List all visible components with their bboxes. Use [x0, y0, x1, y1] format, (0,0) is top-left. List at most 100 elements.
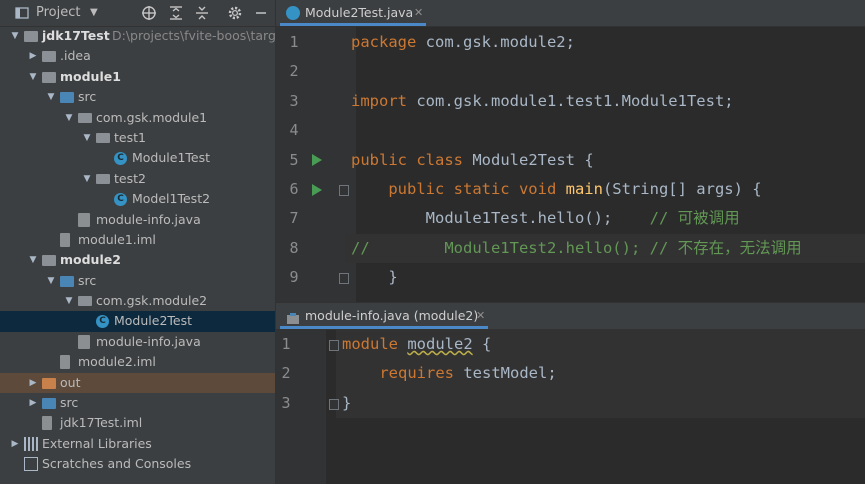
tree-row[interactable]: ▼ test1 [0, 128, 275, 148]
libraries-icon [24, 436, 38, 451]
chevron-right-icon[interactable]: ▶ [10, 434, 20, 454]
tree-row[interactable]: module1.iml [0, 230, 275, 250]
run-icon[interactable] [312, 154, 322, 167]
tree-row[interactable]: module2.iml [0, 352, 275, 372]
code-line[interactable]: requires testModel; [342, 359, 556, 388]
chevron-right-icon[interactable]: ▶ [28, 373, 38, 393]
line-number: 3 [289, 91, 299, 110]
fold-marker-icon[interactable] [329, 339, 339, 351]
fold-marker-icon[interactable] [339, 272, 349, 284]
package-icon [78, 296, 92, 307]
chevron-down-icon[interactable]: ▼ [90, 3, 98, 23]
tree-row[interactable]: ▼ src [0, 87, 275, 107]
chevron-down-icon[interactable]: ▼ [46, 271, 56, 291]
run-icon[interactable] [312, 183, 322, 196]
tree-row[interactable]: ▼ test2 [0, 169, 275, 189]
tree-label: com.gsk.module1 [96, 109, 208, 125]
class-icon: C [96, 315, 109, 329]
code-line[interactable]: public static void main(String[] args) { [351, 175, 761, 204]
code-token: module [342, 335, 408, 353]
code-token: } [351, 268, 398, 287]
code-token: module2 [407, 335, 473, 353]
tree-label: .idea [60, 48, 91, 64]
code-token: public static void [351, 180, 566, 198]
tree-row[interactable]: C Model1Test2 [0, 189, 275, 209]
expand-all-icon[interactable] [168, 3, 184, 23]
java-file-icon [286, 309, 300, 324]
folder-icon [42, 255, 56, 267]
tree-label: src [60, 395, 79, 411]
code-token: com.gsk.module1.test1.Module1Test; [416, 91, 734, 110]
line-number: 2 [289, 62, 299, 81]
tree-row[interactable]: ▶ src [0, 393, 275, 413]
project-tree: ▼ jdk17Test D:\projects\fvite-boos\targ ▶ .i… [0, 26, 275, 475]
tree-row[interactable]: C Module2Test [0, 311, 275, 332]
chevron-down-icon[interactable]: ▼ [64, 108, 74, 128]
code-line[interactable]: Module1Test.hello(); // 可被调用 [351, 204, 740, 233]
tree-label: Model1Test2 [132, 191, 211, 207]
scratches-icon [24, 457, 38, 472]
tree-label: Module2Test [114, 313, 193, 329]
fold-marker-icon[interactable] [339, 184, 349, 196]
project-view-selector[interactable]: Project [36, 3, 80, 23]
tree-row[interactable]: ▼ src [0, 271, 275, 291]
tree-label: test2 [114, 170, 146, 186]
line-number: 3 [281, 393, 291, 412]
folder-icon [42, 71, 56, 83]
source-folder-icon [60, 92, 74, 104]
tree-row[interactable]: module-info.java [0, 332, 275, 352]
code-line[interactable]: // Module1Test2.hello(); // 不存在，无法调用 [351, 234, 802, 263]
package-icon [96, 173, 110, 184]
locate-icon[interactable] [141, 3, 157, 23]
tree-row[interactable]: C Module1Test [0, 148, 275, 168]
current-line-highlight [336, 388, 865, 419]
tree-label: Scratches and Consoles [42, 456, 192, 472]
chevron-down-icon[interactable]: ▼ [64, 291, 74, 311]
chevron-right-icon[interactable]: ▶ [28, 393, 38, 413]
code-token: import [351, 91, 417, 110]
tree-row[interactable]: ▼ module1 [0, 67, 275, 87]
tree-label: out [60, 374, 81, 390]
tree-label: src [78, 89, 97, 105]
tree-row[interactable]: module-info.java [0, 210, 275, 230]
code-token: (); [584, 209, 650, 228]
tree-row[interactable]: ▶ out [0, 372, 275, 394]
project-toolbar: Project ▼ [0, 0, 275, 27]
tree-row[interactable]: ▼ module2 [0, 250, 275, 270]
chevron-right-icon[interactable]: ▶ [28, 46, 38, 66]
chevron-down-icon[interactable]: ▼ [46, 87, 56, 107]
tab-module-info[interactable]: module-info.java (module2) ✕ [280, 303, 488, 329]
tree-label: Module1Test [132, 150, 211, 166]
tree-row[interactable]: ▼ jdk17Test D:\projects\fvite-boos\targ [0, 26, 275, 46]
code-line[interactable]: } [351, 263, 398, 292]
tree-label: module2.iml [78, 354, 156, 370]
chevron-down-icon[interactable]: ▼ [28, 250, 38, 270]
fold-marker-icon[interactable] [329, 398, 339, 410]
chevron-down-icon[interactable]: ▼ [10, 26, 20, 46]
tree-row[interactable]: Scratches and Consoles [0, 454, 275, 474]
code-line[interactable]: } [342, 389, 351, 418]
line-number: 1 [281, 335, 291, 353]
gear-icon[interactable] [227, 3, 243, 23]
code-token: Module1Test. [351, 209, 538, 228]
chevron-down-icon[interactable]: ▼ [28, 67, 38, 87]
iml-file-icon [42, 416, 52, 431]
tree-row[interactable]: ▶ .idea [0, 46, 275, 66]
chevron-down-icon[interactable]: ▼ [82, 169, 92, 189]
code-line[interactable]: import com.gsk.module1.test1.Module1Test… [351, 87, 734, 116]
minimize-icon[interactable] [254, 3, 268, 23]
code-line[interactable]: package com.gsk.module2; [351, 28, 575, 57]
tree-label: module2 [60, 252, 121, 268]
tree-row[interactable]: ▼ com.gsk.module2 [0, 291, 275, 311]
tree-row[interactable]: jdk17Test.iml [0, 413, 275, 433]
active-tab-indicator [280, 23, 426, 26]
tree-row[interactable]: ▼ com.gsk.module1 [0, 108, 275, 128]
line-number: 4 [289, 121, 299, 140]
package-icon [78, 112, 92, 123]
code-line[interactable]: public class Module2Test { [351, 146, 594, 175]
code-line[interactable]: module module2 { [342, 330, 491, 359]
chevron-down-icon[interactable]: ▼ [82, 128, 92, 148]
collapse-all-icon[interactable] [194, 3, 210, 23]
tree-row[interactable]: ▶ External Libraries [0, 434, 275, 454]
tab-module2test[interactable]: Module2Test.java ✕ [280, 0, 426, 26]
